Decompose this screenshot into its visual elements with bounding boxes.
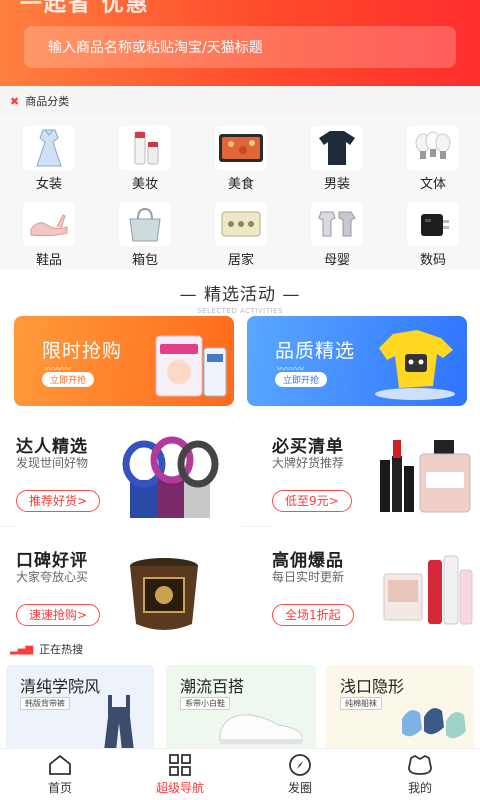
compass-icon bbox=[240, 753, 360, 777]
activities-header: — 精选活动 — SELECTED ACTIVITIES bbox=[0, 280, 480, 315]
category-item-bags[interactable]: 箱包 bbox=[106, 196, 186, 268]
category-item-men[interactable]: 男装 bbox=[298, 120, 378, 192]
category-label: 数码 bbox=[419, 253, 446, 268]
promo-button[interactable]: 立即开抢 bbox=[275, 372, 328, 387]
feature-button[interactable]: 推荐好货> bbox=[16, 490, 101, 512]
category-item-sports[interactable]: 文体 bbox=[394, 120, 474, 192]
activities-title: — 精选活动 — bbox=[179, 285, 301, 305]
category-label: 箱包 bbox=[131, 253, 158, 268]
hot-item-title: 浅口隐形 bbox=[340, 677, 405, 696]
category-label: 居家 bbox=[227, 253, 254, 268]
baby-icon bbox=[311, 202, 363, 246]
yellow-tshirt-icon bbox=[375, 330, 455, 400]
cosmetics-icon bbox=[119, 126, 171, 170]
profile-icon bbox=[360, 753, 480, 777]
feature-subtitle: 大牌好货推荐 bbox=[272, 456, 345, 470]
category-grid: 女装 美妆 美食 男装 文体 鞋品 箱包 居家 母婴 数码 bbox=[0, 116, 480, 270]
tea-basket-icon bbox=[130, 558, 198, 630]
feature-high-commission[interactable]: 高佣爆品 每日实时更新 全场1折起 bbox=[272, 532, 480, 647]
bulbs-icon bbox=[407, 126, 459, 170]
category-title: 商品分类 bbox=[25, 95, 70, 108]
nav-label: 我的 bbox=[407, 781, 432, 795]
nav-item-mine[interactable]: 我的 bbox=[360, 753, 480, 799]
nav-label: 首页 bbox=[47, 781, 72, 795]
category-label: 美食 bbox=[227, 177, 254, 192]
home-goods-icon bbox=[215, 202, 267, 246]
feature-word-of-mouth[interactable]: 口碑好评 大家夸放心买 速速抢购> bbox=[16, 532, 242, 647]
category-item-baby[interactable]: 母婴 bbox=[298, 196, 378, 268]
feature-talent-pick[interactable]: 达人精选 发现世间好物 推荐好货> bbox=[16, 418, 242, 533]
category-item-digital[interactable]: 数码 bbox=[394, 196, 474, 268]
category-header: ✖ 商品分类 bbox=[0, 86, 480, 116]
fan-product-icon bbox=[122, 436, 219, 518]
category-label: 女装 bbox=[35, 177, 62, 192]
header: 一起省 优惠 输入商品名称或粘贴淘宝/天猫标题 bbox=[0, 0, 480, 86]
feature-subtitle: 发现世间好物 bbox=[16, 456, 89, 470]
home-icon bbox=[0, 753, 120, 777]
activities-subtitle: SELECTED ACTIVITIES bbox=[197, 307, 283, 315]
food-icon bbox=[215, 126, 267, 170]
hot-item-title: 潮流百搭 bbox=[180, 677, 245, 696]
category-label: 文体 bbox=[419, 177, 446, 192]
dress-icon bbox=[23, 126, 75, 170]
header-title: 一起省 优惠 bbox=[20, 0, 150, 17]
promo-title: 限时抢购 bbox=[42, 340, 123, 362]
shoe-icon bbox=[23, 202, 75, 246]
hot-search-title: 正在热搜 bbox=[39, 643, 84, 656]
hot-item-sneakers[interactable]: 潮流百搭 系带小白鞋 bbox=[166, 665, 316, 751]
promo-quality-pick[interactable]: 品质精选 〰〰〰 立即开抢 bbox=[247, 316, 467, 406]
category-icon: ✖ bbox=[10, 94, 20, 108]
hot-item-tag: 韩版背带裤 bbox=[20, 697, 70, 710]
hot-search-header: ▂▄▆ 正在热搜 bbox=[0, 638, 480, 660]
search-placeholder: 输入商品名称或粘贴淘宝/天猫标题 bbox=[48, 40, 263, 56]
category-label: 美妆 bbox=[131, 177, 158, 192]
category-item-shoes[interactable]: 鞋品 bbox=[10, 196, 90, 268]
hot-item-overalls[interactable]: 清纯学院风 韩版背带裤 bbox=[6, 665, 154, 751]
perfume-lipstick-icon bbox=[380, 440, 471, 513]
charger-icon bbox=[407, 202, 459, 246]
feature-button[interactable]: 全场1折起 bbox=[272, 604, 354, 626]
feature-button[interactable]: 低至9元> bbox=[272, 490, 352, 512]
diaper-pack-icon bbox=[155, 335, 227, 397]
tshirt-icon bbox=[311, 126, 363, 170]
nav-item-home[interactable]: 首页 bbox=[0, 753, 120, 799]
bag-icon bbox=[119, 202, 171, 246]
promo-flash-sale[interactable]: 限时抢购 〰〰〰 立即开抢 bbox=[14, 316, 234, 406]
feature-subtitle: 大家夸放心买 bbox=[16, 570, 89, 584]
overalls-icon bbox=[104, 695, 134, 751]
grid-icon bbox=[120, 753, 240, 777]
hot-item-socks[interactable]: 浅口隐形 纯棉船袜 bbox=[326, 665, 474, 751]
category-item-women[interactable]: 女装 bbox=[10, 120, 90, 192]
nav-item-super-nav[interactable]: 超级导航 bbox=[120, 753, 240, 799]
skincare-set-icon bbox=[383, 555, 473, 625]
category-item-cosmetics[interactable]: 美妆 bbox=[106, 120, 186, 192]
nav-item-share[interactable]: 发圈 bbox=[240, 753, 360, 799]
sneaker-icon bbox=[219, 714, 303, 744]
promo-button[interactable]: 立即开抢 bbox=[42, 372, 95, 387]
feature-must-buy[interactable]: 必买清单 大牌好货推荐 低至9元> bbox=[272, 418, 480, 533]
nav-label: 超级导航 bbox=[155, 781, 204, 795]
hot-item-title: 清纯学院风 bbox=[20, 677, 101, 696]
feature-button[interactable]: 速速抢购> bbox=[16, 604, 101, 626]
category-item-home[interactable]: 居家 bbox=[202, 196, 282, 268]
category-item-food[interactable]: 美食 bbox=[202, 120, 282, 192]
search-bar[interactable]: 输入商品名称或粘贴淘宝/天猫标题 bbox=[24, 26, 456, 68]
nav-label: 发圈 bbox=[287, 781, 312, 795]
category-label: 男装 bbox=[323, 177, 350, 192]
hot-item-tag: 纯棉船袜 bbox=[340, 697, 382, 710]
promo-title: 品质精选 bbox=[275, 340, 356, 362]
category-label: 鞋品 bbox=[35, 253, 62, 268]
category-label: 母婴 bbox=[323, 253, 350, 268]
socks-icon bbox=[402, 708, 466, 739]
signal-bars-icon: ▂▄▆ bbox=[10, 643, 34, 655]
feature-subtitle: 每日实时更新 bbox=[272, 570, 345, 584]
bottom-nav: 首页 超级导航 发圈 我的 bbox=[0, 748, 480, 800]
